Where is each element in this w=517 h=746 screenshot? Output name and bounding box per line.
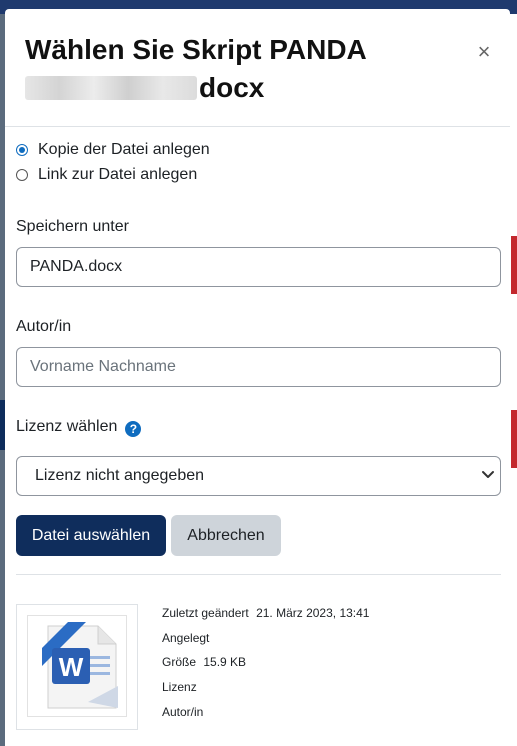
svg-text:W: W: [59, 652, 84, 682]
last-modified-row: Zuletzt geändert 21. März 2023, 13:41: [162, 606, 369, 620]
option-link-file[interactable]: Link zur Datei anlegen: [16, 166, 197, 184]
save-as-label: Speichern unter: [16, 218, 129, 235]
file-picker-dialog: Wählen Sie Skript PANDA docx × Kopie der…: [5, 9, 510, 746]
author-info-label: Autor/in: [162, 705, 204, 719]
license-info-row: Lizenz: [162, 680, 197, 694]
license-select[interactable]: Lizenz nicht angegeben: [16, 456, 501, 496]
word-document-icon: W: [42, 622, 118, 709]
option-link-label: Link zur Datei anlegen: [38, 166, 198, 183]
last-modified-value: 21. März 2023, 13:41: [256, 606, 370, 620]
dialog-title: Wählen Sie Skript PANDA docx: [25, 31, 445, 107]
page-backdrop-strip: [510, 14, 517, 746]
option-copy-file[interactable]: Kopie der Datei anlegen: [16, 141, 210, 159]
license-selected-value: Lizenz nicht angegeben: [35, 467, 205, 484]
last-modified-label: Zuletzt geändert: [162, 606, 249, 620]
size-value: 15.9 KB: [203, 655, 247, 669]
redacted-filename: [25, 76, 197, 100]
help-icon[interactable]: ?: [125, 421, 142, 437]
created-row: Angelegt: [162, 631, 209, 645]
page-backdrop-banner: [511, 410, 517, 468]
chevron-down-icon: [482, 471, 494, 478]
size-row: Größe 15.9 KB: [162, 655, 246, 669]
file-thumbnail: W: [16, 604, 138, 730]
dialog-title-suffix: docx: [199, 72, 265, 103]
size-label: Größe: [162, 655, 197, 669]
author-info-row: Autor/in: [162, 705, 203, 719]
thumbnail-frame: W: [27, 615, 127, 717]
option-copy-label: Kopie der Datei anlegen: [38, 141, 210, 158]
license-info-label: Lizenz: [162, 680, 197, 694]
author-input[interactable]: [16, 347, 501, 387]
select-file-button[interactable]: Datei auswählen: [16, 515, 166, 556]
cancel-button[interactable]: Abbrechen: [171, 515, 281, 556]
radio-copy[interactable]: [16, 144, 28, 156]
close-icon[interactable]: ×: [471, 39, 497, 65]
author-label: Autor/in: [16, 318, 72, 335]
dialog-title-line1: Wählen Sie Skript PANDA: [25, 34, 367, 65]
license-label-row: Lizenz wählen?: [16, 418, 142, 437]
divider: [16, 574, 501, 575]
dialog-header: Wählen Sie Skript PANDA docx ×: [5, 9, 510, 127]
save-as-input[interactable]: PANDA.docx: [16, 247, 501, 287]
created-label: Angelegt: [162, 631, 210, 645]
radio-link[interactable]: [16, 169, 28, 181]
license-label: Lizenz wählen: [16, 418, 118, 435]
page-backdrop-banner: [511, 236, 517, 294]
